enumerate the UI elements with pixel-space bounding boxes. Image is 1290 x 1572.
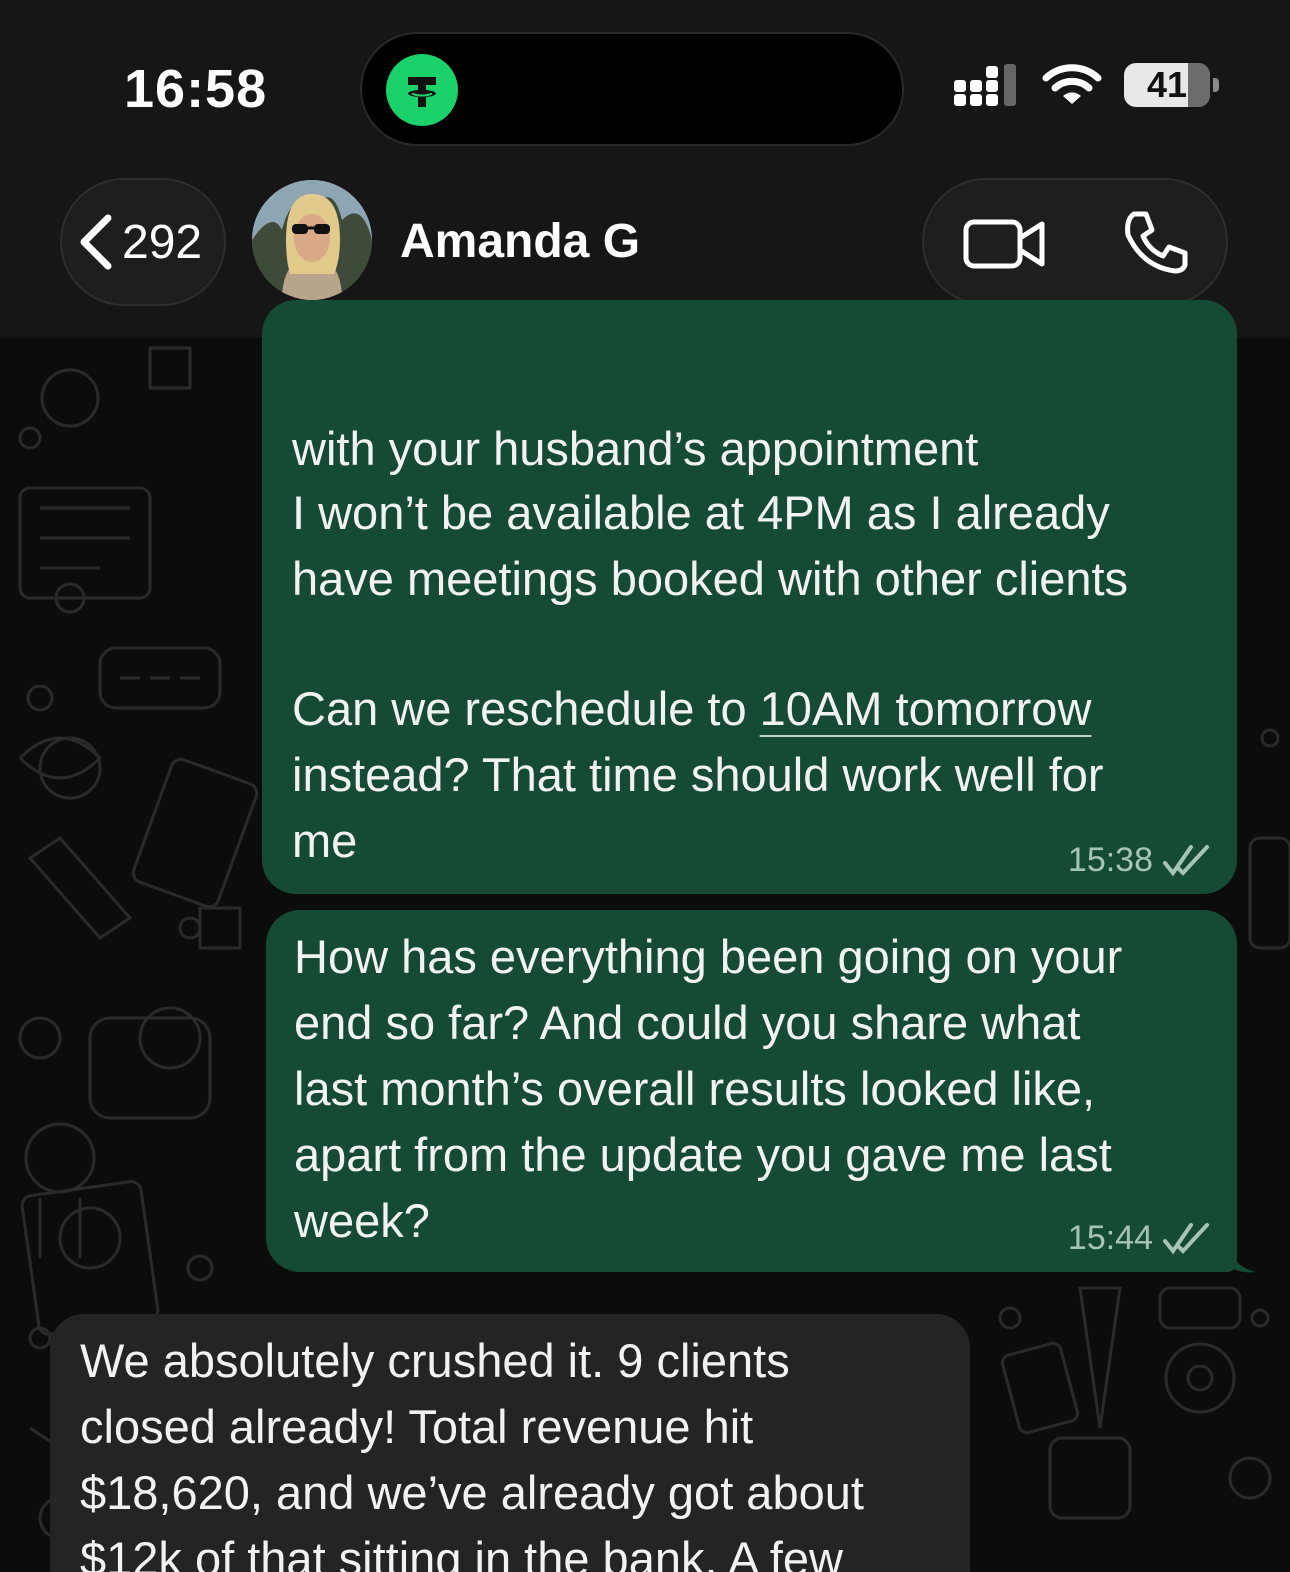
message-meta: 15:38 <box>1068 840 1211 880</box>
read-receipt-icon <box>1163 845 1209 877</box>
status-time: 16:58 <box>124 59 268 119</box>
unread-count: 292 <box>122 215 203 269</box>
video-call-icon <box>963 219 1045 269</box>
avatar[interactable] <box>252 180 372 300</box>
phone-call-button[interactable] <box>1120 210 1190 281</box>
back-button[interactable]: 292 <box>60 178 226 306</box>
call-actions <box>922 178 1228 306</box>
message-bubble-outgoing[interactable]: with your husband’s appointment I won’t … <box>262 300 1237 894</box>
signal-icon <box>954 64 1016 106</box>
back-chevron-icon <box>80 214 112 270</box>
message-text: We absolutely crushed it. 9 clients clos… <box>80 1334 864 1572</box>
message-bubble-outgoing[interactable]: How has everything been going on your en… <box>266 910 1237 1272</box>
video-call-button[interactable] <box>962 216 1046 277</box>
datetime-link[interactable]: 10AM tomorrow <box>760 682 1092 735</box>
phone-call-icon <box>1125 211 1188 274</box>
dynamic-island <box>360 32 904 146</box>
status-icons: 41 <box>952 62 1219 108</box>
top-bar: 16:58 41 292 Amanda G <box>0 0 1290 338</box>
wifi-icon <box>1042 64 1102 104</box>
message-meta: 15:44 <box>1068 1218 1211 1258</box>
read-receipt-icon <box>1163 1223 1209 1255</box>
message-text: How has everything been going on your en… <box>294 930 1123 1247</box>
message-time: 15:44 <box>1067 1219 1153 1257</box>
contact-name[interactable]: Amanda G <box>400 214 640 269</box>
message-time: 15:38 <box>1067 841 1153 879</box>
tether-icon[interactable] <box>386 54 458 126</box>
message-text: I won’t be available at 4PM as I already… <box>292 486 1129 605</box>
bubble-tail <box>1228 1240 1256 1273</box>
message-text: with your husband’s appointment <box>292 422 979 475</box>
message-bubble-incoming[interactable]: We absolutely crushed it. 9 clients clos… <box>50 1314 970 1572</box>
battery-indicator: 41 <box>1124 63 1219 107</box>
